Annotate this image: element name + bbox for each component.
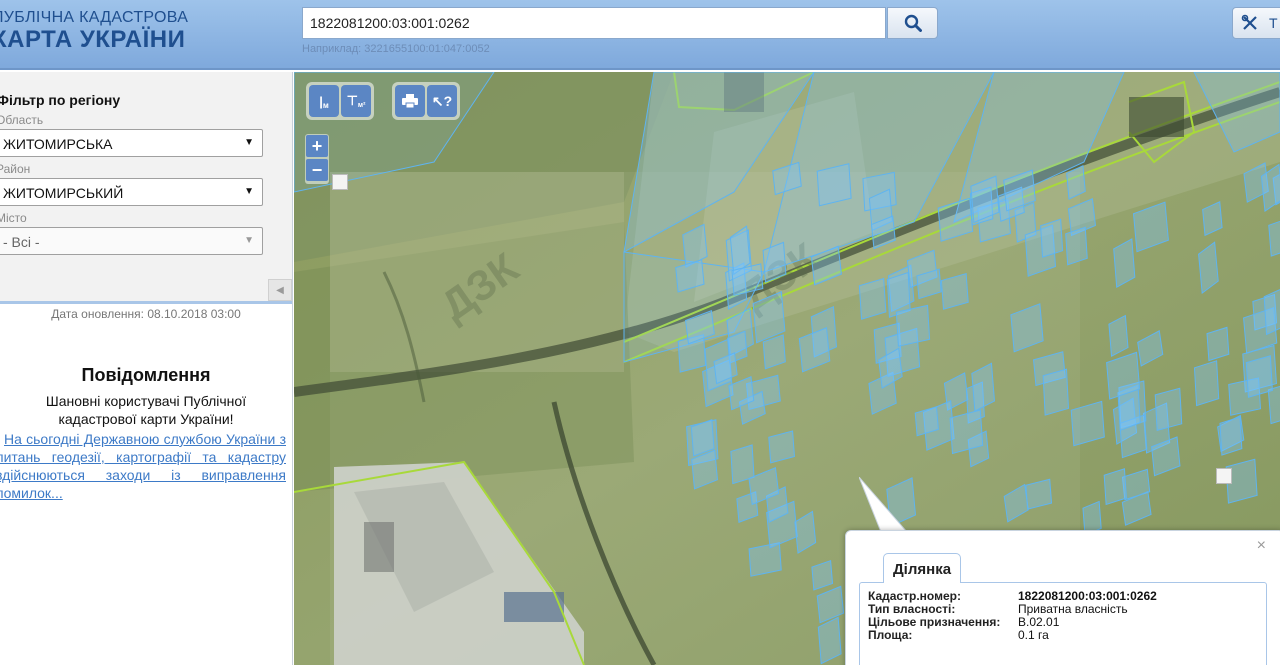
measure-toolbar: | м ⊤ м²	[306, 82, 374, 120]
parcel-shape[interactable]	[940, 272, 969, 310]
district-label: Район	[0, 162, 31, 176]
parcel-shape[interactable]	[1263, 289, 1280, 336]
zoom-control: + −	[305, 134, 329, 184]
parcel-shape[interactable]	[1042, 368, 1070, 416]
chevron-left-icon: ◀	[276, 284, 284, 296]
measure-area-button[interactable]: ⊤ м²	[341, 85, 371, 117]
map-view[interactable]: ДЗК ДЗК | м ⊤ м² ↖? + − × Ділянка Кадаст…	[294, 72, 1280, 665]
parcel-shape[interactable]	[816, 163, 852, 207]
city-select[interactable]: - Всі - ▼	[0, 227, 263, 255]
sidebar: Фільтр по регіону Область ЖИТОМИРСЬКА ▼ …	[0, 72, 293, 665]
parcel-shape[interactable]	[1206, 326, 1230, 362]
parcel-shape[interactable]	[949, 409, 984, 455]
measure-distance-button[interactable]: | м	[309, 85, 339, 117]
tools-label: Т	[1269, 15, 1278, 31]
search-icon	[904, 14, 922, 32]
action-toolbar: ↖?	[392, 82, 460, 120]
parcel-shape[interactable]	[1065, 226, 1088, 266]
print-button[interactable]	[395, 85, 425, 117]
tools-icon	[1241, 14, 1257, 30]
app-logo[interactable]: ПУБЛІЧНА КАДАСТРОВА КАРТА УКРАЇНИ	[0, 10, 188, 52]
city-value: - Всі -	[3, 234, 40, 250]
logo-line1: ПУБЛІЧНА КАДАСТРОВА	[0, 9, 189, 26]
detail-key: Площа:	[868, 628, 913, 642]
region-select[interactable]: ЖИТОМИРСЬКА ▼	[0, 129, 263, 157]
search-button[interactable]	[887, 7, 938, 39]
region-label: Область	[0, 113, 44, 127]
parcel-shape[interactable]	[1193, 360, 1220, 407]
district-value: ЖИТОМИРСЬКИЙ	[3, 185, 124, 201]
parcel-shape[interactable]	[1040, 218, 1064, 258]
update-date: Дата оновлення: 08.10.2018 03:00	[51, 307, 241, 321]
tools-button[interactable]: Т	[1232, 7, 1280, 39]
identify-button[interactable]: ↖?	[427, 85, 457, 117]
print-icon	[402, 94, 418, 108]
tab-parcel[interactable]: Ділянка	[883, 553, 962, 583]
zoom-out-button[interactable]: −	[306, 159, 328, 181]
parcel-details: Кадастр.номер: 1822081200:03:001:0262 Ти…	[859, 582, 1267, 665]
collapse-sidebar-button[interactable]: ◀	[268, 279, 292, 301]
city-label: Місто	[0, 211, 27, 225]
notice-link[interactable]: На сьогодні Державною службою України з …	[0, 430, 286, 502]
parcel-info-popup: × Ділянка Кадастр.номер: 1822081200:03:0…	[845, 530, 1280, 665]
broken-image-icon	[332, 174, 348, 190]
parcel-shape[interactable]	[768, 430, 796, 464]
parcel-shape[interactable]	[1103, 468, 1127, 506]
detail-value: 0.1 га	[1018, 628, 1049, 642]
area-unit: м²	[357, 101, 366, 109]
chevron-down-icon: ▼	[244, 186, 254, 197]
parcel-shape[interactable]	[858, 277, 887, 320]
filter-title: Фільтр по регіону	[0, 92, 121, 108]
ruler-unit: м	[322, 100, 329, 110]
search-hint: Наприклад: 3221655100:01:047:0052	[302, 43, 490, 55]
app-header: ПУБЛІЧНА КАДАСТРОВА КАРТА УКРАЇНИ Наприк…	[0, 0, 1280, 70]
detail-row: Цільове призначення: В.02.01	[868, 616, 1258, 629]
area-icon: ⊤	[346, 93, 358, 108]
pointer-help-icon: ↖?	[431, 92, 453, 109]
broken-image-icon	[1216, 468, 1232, 484]
parcel-shape[interactable]	[1245, 355, 1273, 398]
district-select[interactable]: ЖИТОМИРСЬКИЙ ▼	[0, 178, 263, 206]
parcel-shape[interactable]	[748, 542, 782, 577]
notice-greeting: Шановні користувачі Публічної кадастрово…	[45, 393, 247, 427]
notice-title: Повідомлення	[81, 365, 211, 385]
parcel-shape[interactable]	[1154, 387, 1183, 432]
zoom-in-button[interactable]: +	[306, 135, 328, 157]
popup-pointer	[859, 477, 909, 533]
region-filter: Фільтр по регіону Область ЖИТОМИРСЬКА ▼ …	[0, 72, 292, 304]
close-icon[interactable]: ×	[1257, 537, 1266, 555]
parcel-shape[interactable]	[1219, 416, 1243, 456]
chevron-down-icon: ▼	[244, 137, 254, 148]
logo-line2: КАРТА УКРАЇНИ	[0, 26, 186, 53]
detail-row: Площа: 0.1 га	[868, 629, 1258, 642]
parcel-shape[interactable]	[895, 304, 931, 347]
region-value: ЖИТОМИРСЬКА	[3, 136, 113, 152]
cadastral-search-input[interactable]	[302, 7, 886, 39]
chevron-down-icon: ▼	[244, 235, 254, 246]
